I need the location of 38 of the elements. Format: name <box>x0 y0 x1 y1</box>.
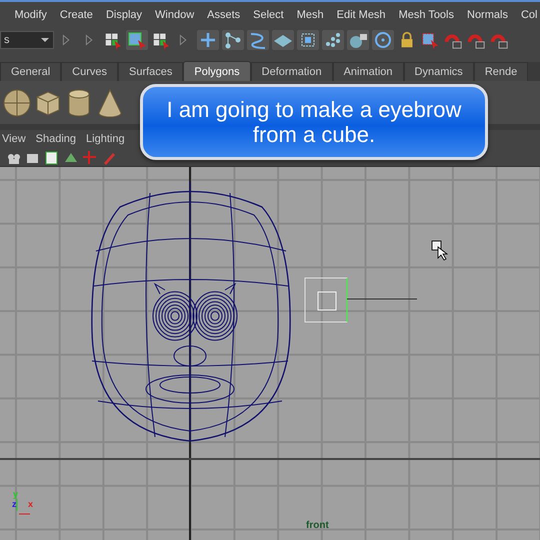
menu-item[interactable]: Normals <box>460 9 514 21</box>
panel-menu-item[interactable]: Shading <box>36 133 86 145</box>
axis-label: y <box>13 489 18 499</box>
curve-icon[interactable] <box>247 30 269 50</box>
shelf-tab[interactable]: Surfaces <box>118 62 184 81</box>
shelf-tab[interactable]: General <box>0 62 62 81</box>
menu-item[interactable]: Modify <box>8 9 54 21</box>
camera-label: front <box>306 520 329 531</box>
select-cursor-icon[interactable] <box>126 30 148 50</box>
menu-item[interactable]: Edit Mesh <box>330 9 392 21</box>
shelf-tab[interactable]: Curves <box>61 62 118 81</box>
callout-text: I am going to make a eyebrow from a cube. <box>166 97 462 147</box>
menu-item[interactable]: Window <box>148 9 201 21</box>
menu-item[interactable]: Mesh Tools <box>392 9 460 21</box>
select-cursor-icon[interactable] <box>420 30 440 50</box>
node-icon[interactable] <box>222 30 244 50</box>
menu-item[interactable]: Col <box>514 9 540 21</box>
axis-label: z <box>12 499 16 509</box>
shelf-tab[interactable]: Animation <box>332 62 404 81</box>
shelf-tab[interactable]: Polygons <box>183 61 251 81</box>
cursor-icon <box>432 240 448 261</box>
menu-item[interactable]: Mesh <box>290 9 330 21</box>
menu-item[interactable]: Create <box>53 9 100 21</box>
plus-icon[interactable] <box>197 30 219 50</box>
shelf-tab[interactable]: Deformation <box>250 62 333 81</box>
particles-icon[interactable] <box>322 30 344 50</box>
axis-label: x <box>28 499 34 509</box>
menu-item[interactable]: Display <box>99 9 149 21</box>
menu-item[interactable]: Assets <box>200 9 247 21</box>
plane-icon[interactable] <box>272 30 294 50</box>
shelf-tab[interactable]: Rende <box>474 62 528 81</box>
shelf-tab[interactable]: Dynamics <box>404 62 474 81</box>
caret-icon <box>40 36 50 44</box>
panel-menu-item[interactable]: View <box>2 133 36 145</box>
panel-menu-item[interactable]: Lighting <box>86 133 135 145</box>
mode-dropdown[interactable]: s <box>0 31 54 49</box>
menu-item[interactable]: Select <box>246 9 290 21</box>
lattice-icon[interactable] <box>297 30 319 50</box>
